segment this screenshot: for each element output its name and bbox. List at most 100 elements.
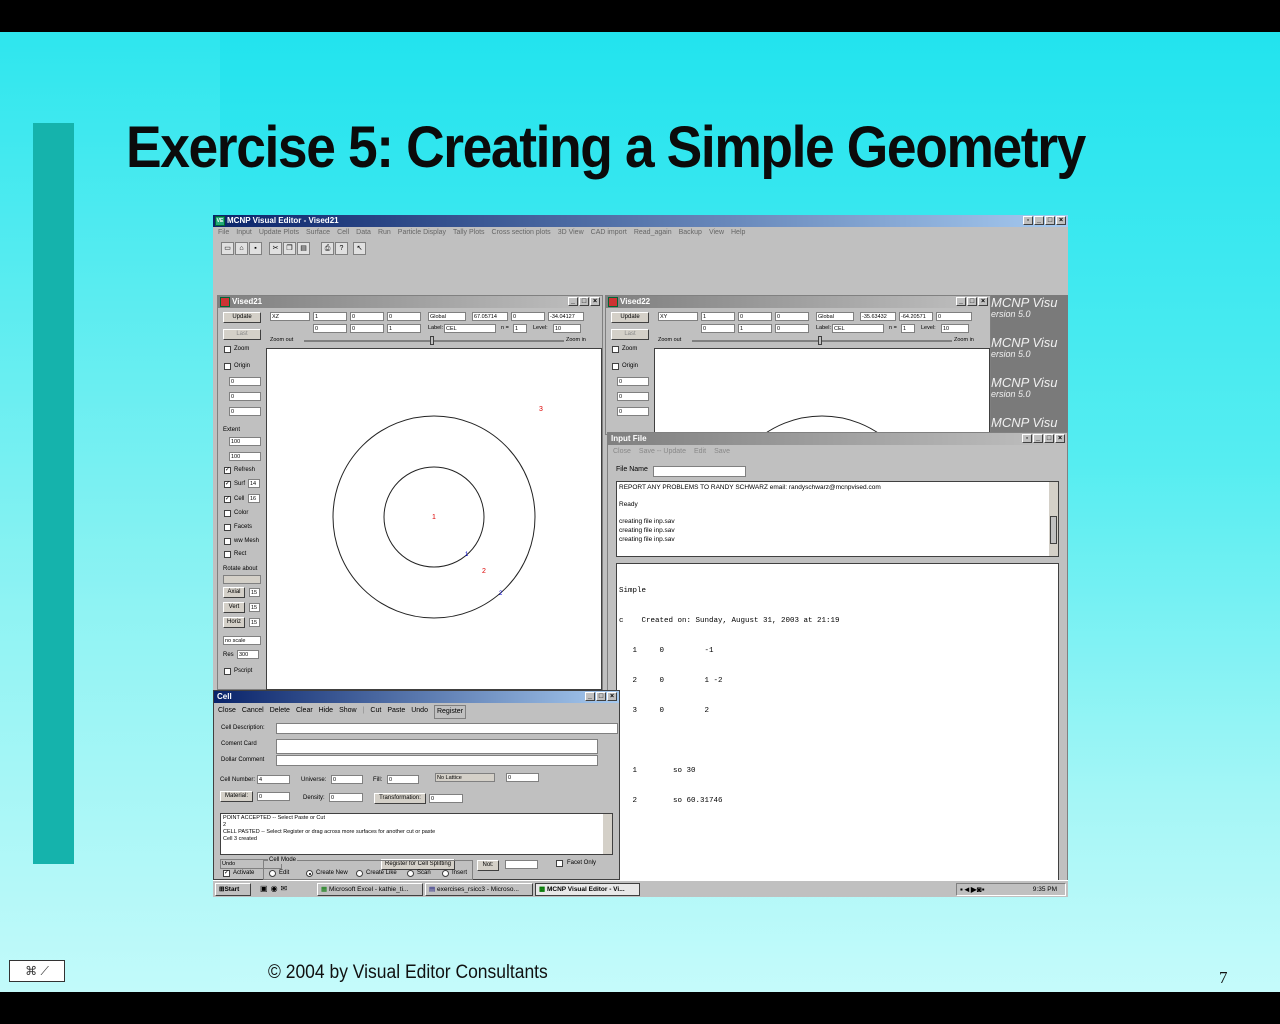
axial-button[interactable]: Axial <box>223 587 245 598</box>
ext1-field[interactable]: 67.05714 <box>472 312 508 321</box>
mode-scan-radio[interactable] <box>407 870 414 877</box>
basis-row2-a[interactable]: 0 <box>313 324 347 333</box>
if-menu-close[interactable]: Close <box>613 448 631 455</box>
material-button[interactable]: Material: <box>220 791 253 802</box>
refresh-checkbox[interactable]: ✓ <box>224 467 231 474</box>
ext1-field[interactable]: -35.63432 <box>860 312 896 321</box>
context-help-icon[interactable]: ↖ <box>353 242 366 255</box>
restore-icon[interactable]: ▫ <box>1023 216 1033 225</box>
cell-menu-undo[interactable]: Undo <box>411 705 428 719</box>
zoom-slider-thumb[interactable] <box>430 336 434 345</box>
cell-field[interactable]: 16 <box>248 494 260 503</box>
cell-menu-delete[interactable]: Delete <box>270 705 290 719</box>
transformation-button[interactable]: Transformation: <box>374 793 426 804</box>
mode-create-new-radio[interactable] <box>306 870 313 877</box>
log-scrollbar[interactable] <box>603 814 612 854</box>
tray-icons[interactable]: ▪◄▶◙▪ <box>960 885 985 894</box>
restore-icon[interactable]: ▫ <box>1022 434 1032 443</box>
basis-select[interactable]: XY <box>658 312 698 321</box>
menu-input[interactable]: Input <box>236 227 252 239</box>
basis-row1-b[interactable]: 0 <box>350 312 384 321</box>
maximize-icon[interactable]: □ <box>579 297 589 306</box>
save-icon[interactable]: ▪ <box>249 242 262 255</box>
coord-select[interactable]: Global <box>816 312 854 321</box>
print-icon[interactable]: ⎙ <box>321 242 334 255</box>
horiz-field[interactable]: 15 <box>249 618 260 627</box>
last-button[interactable]: Last <box>223 329 261 340</box>
coord-select[interactable]: Global <box>428 312 466 321</box>
basis-row2-b[interactable]: 1 <box>738 324 772 333</box>
menu-tally-plots[interactable]: Tally Plots <box>453 227 485 239</box>
mode-create-like-radio[interactable] <box>356 870 363 877</box>
origin-checkbox[interactable] <box>612 363 619 370</box>
cell-menu-close[interactable]: Close <box>218 705 236 719</box>
open-icon[interactable]: ⌂ <box>235 242 248 255</box>
close-icon[interactable]: × <box>607 692 617 701</box>
origin-z-field[interactable]: 0 <box>617 407 649 416</box>
extent-h-field[interactable]: 100 <box>229 437 261 446</box>
menu-help[interactable]: Help <box>731 227 745 239</box>
zoom-slider-track[interactable] <box>692 340 952 342</box>
origin-y-field[interactable]: 0 <box>617 392 649 401</box>
comment-card-input[interactable] <box>276 739 598 754</box>
copy-icon[interactable]: ❐ <box>283 242 296 255</box>
task-mcnp-visual-editor[interactable]: ▩ MCNP Visual Editor - Vi... <box>535 883 640 896</box>
if-menu-edit[interactable]: Edit <box>694 448 706 455</box>
maximize-icon[interactable]: □ <box>596 692 606 701</box>
menu-view[interactable]: View <box>709 227 724 239</box>
origin-x-field[interactable]: 0 <box>229 377 261 386</box>
cell-menu-register[interactable]: Register <box>433 705 467 719</box>
color-checkbox[interactable] <box>224 510 231 517</box>
vert-button[interactable]: Vert <box>223 602 245 613</box>
basis-row2-c[interactable]: 0 <box>775 324 809 333</box>
minimize-icon[interactable]: _ <box>1033 434 1043 443</box>
zoom-checkbox[interactable] <box>612 346 619 353</box>
maximize-icon[interactable]: □ <box>1045 216 1055 225</box>
menu-cross-section-plots[interactable]: Cross section plots <box>492 227 551 239</box>
basis-row1-b[interactable]: 0 <box>738 312 772 321</box>
level-select[interactable]: 10 <box>553 324 581 333</box>
menu-backup[interactable]: Backup <box>679 227 702 239</box>
close-icon[interactable]: × <box>1055 434 1065 443</box>
rect-checkbox[interactable] <box>224 551 231 558</box>
ww-mesh-checkbox[interactable] <box>224 538 231 545</box>
plot-canvas-left[interactable]: 1 2 3 1 2 <box>266 348 602 690</box>
cut-icon[interactable]: ✂ <box>269 242 282 255</box>
basis-row2-b[interactable]: 0 <box>350 324 384 333</box>
scroll-thumb[interactable] <box>1050 516 1057 544</box>
menu-cad-import[interactable]: CAD import <box>591 227 627 239</box>
ext2-field[interactable]: -64.20571 <box>899 312 933 321</box>
zoom-checkbox[interactable] <box>224 346 231 353</box>
lattice-value-input[interactable]: 0 <box>506 773 539 782</box>
desktop-icon[interactable]: ▣ <box>260 884 268 893</box>
new-icon[interactable]: ▭ <box>221 242 234 255</box>
menu-update-plots[interactable]: Update Plots <box>259 227 299 239</box>
basis-row1-c[interactable]: 0 <box>775 312 809 321</box>
extent-v-field[interactable]: 100 <box>229 452 261 461</box>
if-menu-save[interactable]: Save <box>714 448 730 455</box>
slide-nav-button[interactable]: ⌘ ⟋ <box>9 960 65 982</box>
browser-icon[interactable]: ◉ <box>271 884 278 893</box>
material-input[interactable]: 0 <box>257 792 290 801</box>
if-menu-save-update[interactable]: Save -- Update <box>639 448 686 455</box>
minimize-icon[interactable]: _ <box>956 297 966 306</box>
density-input[interactable]: 0 <box>329 793 363 802</box>
maximize-icon[interactable]: □ <box>1044 434 1054 443</box>
mode-edit-radio[interactable] <box>269 870 276 877</box>
cell-menu-paste[interactable]: Paste <box>387 705 405 719</box>
ext2-field[interactable]: 0 <box>511 312 545 321</box>
transformation-input[interactable]: 0 <box>429 794 463 803</box>
fill-input[interactable]: 0 <box>387 775 419 784</box>
menu-read-again[interactable]: Read_again <box>634 227 672 239</box>
paste-icon[interactable]: ▤ <box>297 242 310 255</box>
lattice-select[interactable]: No Lattice <box>435 773 495 782</box>
basis-select[interactable]: XZ <box>270 312 310 321</box>
start-button[interactable]: ⊞Start <box>215 883 251 896</box>
cell-number-input[interactable]: 4 <box>257 775 290 784</box>
facet-only-checkbox[interactable] <box>556 860 563 867</box>
horiz-button[interactable]: Horiz <box>223 617 245 628</box>
cell-menu-cancel[interactable]: Cancel <box>242 705 264 719</box>
origin-x-field[interactable]: 0 <box>617 377 649 386</box>
last-button[interactable]: Last <box>611 329 649 340</box>
cell-menu-cut[interactable]: Cut <box>370 705 381 719</box>
